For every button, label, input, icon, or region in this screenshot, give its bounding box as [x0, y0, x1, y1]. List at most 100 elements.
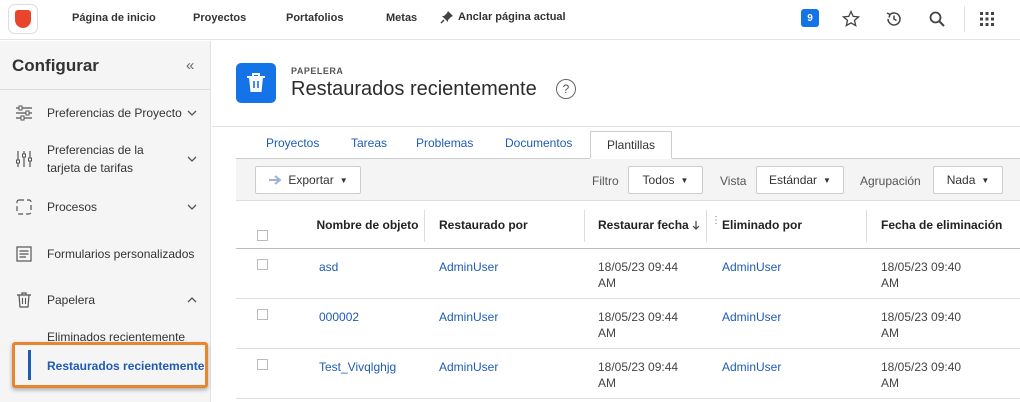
grouping-label: Agrupación	[860, 174, 921, 188]
sidebar-item-label: Procesos	[47, 200, 98, 214]
row-checkbox[interactable]	[257, 309, 268, 320]
sidebar-item-custom-forms[interactable]: Formularios personalizados	[0, 244, 210, 264]
equalizer-icon	[14, 149, 34, 169]
column-header-label: Restaurar fecha	[598, 218, 689, 232]
form-icon	[14, 244, 34, 264]
column-divider	[584, 210, 585, 242]
help-icon[interactable]: ?	[556, 79, 576, 99]
column-resize-handle[interactable]: ⋮	[711, 216, 721, 226]
collapse-sidebar-icon[interactable]: «	[186, 57, 194, 74]
process-cycle-icon	[14, 197, 34, 217]
grouping-value: Nada	[946, 173, 976, 187]
tab-issues[interactable]: Problemas	[416, 136, 473, 150]
trash-icon	[14, 290, 34, 310]
column-header-deletion-date[interactable]: Fecha de eliminación	[881, 202, 1002, 248]
notifications-badge[interactable]: 9	[801, 9, 819, 27]
sliders-icon	[14, 103, 34, 123]
restored-date: 18/05/23 09:44 AM	[598, 260, 679, 290]
restored-date: 18/05/23 09:44 AM	[598, 310, 679, 340]
top-navigation-bar: Página de inicio Proyectos Portafolios M…	[0, 0, 1020, 40]
caret-down-icon: ▼	[339, 175, 348, 185]
tab-templates[interactable]: Plantillas	[590, 131, 672, 159]
restored-by-link[interactable]: AdminUser	[439, 259, 498, 275]
nav-portfolios[interactable]: Portafolios	[286, 12, 343, 24]
view-label: Vista	[720, 174, 747, 188]
topbar-divider	[964, 6, 965, 32]
column-header-deleted-by[interactable]: Eliminado por	[722, 202, 802, 248]
row-checkbox[interactable]	[257, 359, 268, 370]
page-title: Restaurados recientemente	[291, 78, 537, 100]
deleted-by-link[interactable]: AdminUser	[722, 309, 781, 325]
tab-projects[interactable]: Proyectos	[266, 136, 319, 150]
pin-page-button[interactable]: Anclar página actual	[440, 10, 566, 24]
column-header-restore-date[interactable]: Restaurar fecha	[598, 202, 700, 248]
tab-tasks[interactable]: Tareas	[351, 136, 387, 150]
sidebar-item-rate-card-preferences[interactable]: Preferencias de la tarjeta de tarifas	[0, 141, 210, 177]
chevron-down-icon	[186, 201, 198, 213]
caret-down-icon: ▼	[981, 175, 990, 185]
row-divider	[236, 348, 1020, 349]
search-icon[interactable]	[927, 9, 947, 29]
object-name-link[interactable]: Test_Vivqlghjg	[319, 359, 396, 375]
tab-documents[interactable]: Documentos	[505, 136, 572, 150]
pin-page-label: Anclar página actual	[458, 11, 566, 23]
column-header-restored-by[interactable]: Restaurado por	[439, 202, 528, 248]
sidebar-item-trash[interactable]: Papelera	[0, 290, 210, 310]
caret-down-icon: ▼	[823, 175, 831, 185]
view-dropdown[interactable]: Estándar ▼	[756, 166, 844, 194]
row-divider	[236, 298, 1020, 299]
trash-header-icon	[236, 63, 276, 103]
caret-down-icon: ▼	[680, 175, 689, 185]
object-name-link[interactable]: asd	[319, 259, 338, 275]
nav-projects[interactable]: Proyectos	[193, 12, 246, 24]
restored-by-link[interactable]: AdminUser	[439, 309, 498, 325]
sort-descending-icon	[692, 221, 700, 230]
restored-date: 18/05/23 09:44 AM	[598, 360, 679, 390]
filter-dropdown[interactable]: Todos ▼	[628, 166, 703, 194]
object-name-link[interactable]: 000002	[319, 309, 359, 325]
deletion-date: 18/05/23 09:40 AM	[881, 260, 962, 290]
deleted-by-link[interactable]: AdminUser	[722, 259, 781, 275]
view-value: Estándar	[769, 173, 818, 187]
sidebar-item-label: Formularios personalizados	[47, 247, 195, 261]
column-divider	[866, 210, 867, 242]
table-header-border	[236, 248, 1020, 249]
chevron-down-icon	[186, 153, 198, 165]
nav-goals[interactable]: Metas	[386, 12, 417, 24]
table-toolbar: Exportar ▼ Filtro Todos ▼ Vista Estándar…	[236, 159, 1020, 201]
deletion-date: 18/05/23 09:40 AM	[881, 310, 962, 340]
sidebar-item-processes[interactable]: Procesos	[0, 197, 210, 217]
row-checkbox[interactable]	[257, 259, 268, 270]
sidebar-item-label: Preferencias de Proyecto	[47, 106, 182, 120]
history-icon[interactable]	[884, 9, 904, 29]
restored-by-link[interactable]: AdminUser	[439, 359, 498, 375]
sidebar-item-label: Preferencias de la tarjeta de tarifas	[47, 143, 144, 175]
page-eyebrow: PAPELERA	[291, 66, 344, 76]
export-button[interactable]: Exportar ▼	[255, 166, 361, 194]
select-all-checkbox[interactable]	[257, 230, 268, 241]
app-logo[interactable]	[8, 4, 38, 34]
column-divider	[706, 210, 707, 242]
grouping-dropdown[interactable]: Nada ▼	[933, 166, 1003, 194]
export-label: Exportar	[288, 173, 334, 187]
star-icon[interactable]	[841, 9, 861, 29]
sidebar-item-project-preferences[interactable]: Preferencias de Proyecto	[0, 103, 210, 123]
sidebar-title: Configurar	[12, 56, 99, 75]
column-divider	[424, 210, 425, 242]
callout-highlight-box	[12, 342, 208, 388]
chevron-up-icon	[186, 294, 198, 306]
column-header-object-name[interactable]: Nombre de objeto	[316, 202, 419, 248]
export-arrow-icon	[269, 175, 282, 185]
filter-value: Todos	[642, 173, 675, 187]
logo-icon	[15, 10, 31, 28]
sidebar-item-label: Papelera	[47, 293, 96, 307]
deletion-date: 18/05/23 09:40 AM	[881, 360, 962, 390]
pin-icon	[440, 11, 453, 24]
nav-home[interactable]: Página de inicio	[72, 12, 156, 24]
header-divider	[212, 126, 1020, 127]
row-divider	[236, 398, 1020, 399]
deleted-by-link[interactable]: AdminUser	[722, 359, 781, 375]
sidebar-divider	[0, 89, 210, 90]
filter-label: Filtro	[592, 174, 619, 188]
app-grid-icon[interactable]	[977, 9, 997, 29]
